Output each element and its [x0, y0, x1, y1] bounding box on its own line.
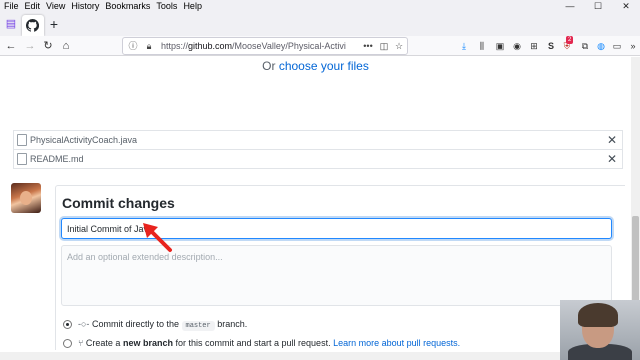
file-name: PhysicalActivityCoach.java [30, 135, 138, 145]
new-branch-option[interactable]: ⑂ Create a new branch for this commit an… [78, 337, 460, 349]
file-name: README.md [30, 154, 84, 164]
forward-icon[interactable]: → [22, 38, 38, 54]
menu-help[interactable]: Help [180, 0, 205, 12]
pocket-icon[interactable]: ◫ [377, 39, 391, 53]
overflow-menu-icon[interactable]: » [626, 39, 640, 53]
downloads-icon[interactable]: ⤓ [457, 39, 471, 53]
url-host: github.com [188, 41, 233, 51]
menu-file[interactable]: File [0, 0, 22, 12]
choose-files-link[interactable]: choose your files [279, 59, 369, 73]
annotation-arrow-icon [143, 223, 172, 252]
menu-view[interactable]: View [43, 0, 68, 12]
extension-badge-count: 2 [566, 36, 574, 44]
url-text[interactable]: https://github.com/MooseValley/Physical-… [161, 38, 357, 54]
nav-bar: ← → ↻ ⌂ ⓘ 🔒︎ https://github.com/MooseVal… [0, 36, 640, 56]
menu-edit[interactable]: Edit [22, 0, 44, 12]
avatar [11, 183, 41, 213]
minimize-icon[interactable]: — [556, 0, 584, 12]
commit-direct-label: Commit directly to the [91, 319, 179, 329]
menu-tools[interactable]: Tools [153, 0, 180, 12]
url-scheme: https:// [161, 41, 189, 51]
file-icon [17, 134, 27, 146]
lock-icon: 🔒︎ [146, 41, 152, 51]
bookmark-star-icon[interactable]: ☆ [392, 39, 406, 53]
zoom-extension-icon[interactable]: ◍ [594, 39, 608, 53]
branch-name: master [181, 321, 215, 331]
new-tab-button[interactable]: + [46, 16, 62, 32]
url-path: /MooseValley/Physical-Activi [232, 41, 346, 51]
commit-direct-suffix: branch. [217, 319, 248, 329]
extension-icon[interactable]: ⧉ [578, 39, 592, 53]
tab-github[interactable] [22, 15, 44, 36]
site-info-icon[interactable]: ⓘ [126, 39, 140, 53]
maximize-icon[interactable]: ☐ [584, 0, 612, 12]
close-window-icon[interactable]: ✕ [612, 0, 640, 12]
menu-history[interactable]: History [68, 0, 102, 12]
remove-file-icon[interactable]: ✕ [607, 131, 617, 149]
choose-files-line: Or choose your files [0, 58, 631, 74]
new-branch-prefix: Create a [85, 338, 121, 348]
commit-description-input[interactable] [61, 245, 612, 306]
menu-bookmarks[interactable]: Bookmarks [102, 0, 153, 12]
file-row: PhysicalActivityCoach.java ✕ [13, 130, 623, 150]
commit-title: Commit changes [62, 195, 175, 211]
commit-direct-option[interactable]: -○- Commit directly to the master branch… [78, 318, 247, 332]
github-icon [26, 19, 39, 32]
pull-request-icon: ⑂ [78, 338, 84, 348]
screenshot-icon[interactable]: ⊞ [527, 39, 541, 53]
back-icon[interactable]: ← [3, 38, 19, 54]
horizontal-scrollbar[interactable] [0, 352, 631, 360]
new-branch-suffix: for this commit and start a pull request… [175, 338, 331, 348]
reader-icon[interactable]: ◉ [510, 39, 524, 53]
sidebar-icon[interactable]: ▣ [493, 39, 507, 53]
new-branch-bold: new branch [122, 338, 173, 348]
commit-direct-radio[interactable] [63, 320, 72, 329]
menu-bar: File Edit View History Bookmarks Tools Help — … [0, 0, 640, 12]
tab-strip: ▤ + [0, 12, 640, 36]
file-icon [17, 153, 27, 165]
reload-icon[interactable]: ↻ [40, 38, 56, 54]
file-row: README.md ✕ [13, 149, 623, 169]
new-branch-radio[interactable] [63, 339, 72, 348]
or-text: Or [262, 59, 276, 73]
home-icon[interactable]: ⌂ [58, 38, 74, 54]
remove-file-icon[interactable]: ✕ [607, 150, 617, 168]
library-icon[interactable]: ⫼ [475, 39, 489, 53]
page-actions-icon[interactable]: ••• [361, 39, 375, 53]
containers-icon[interactable]: ▤ [3, 16, 19, 32]
commit-icon: -○- [78, 319, 90, 329]
learn-more-link[interactable]: Learn more about pull requests. [333, 338, 460, 348]
extension-video-icon[interactable]: ▭ [610, 39, 624, 53]
url-bar[interactable]: ⓘ 🔒︎ https://github.com/MooseValley/Phys… [122, 37, 408, 55]
webcam-overlay [560, 300, 640, 360]
extension-s-icon[interactable]: S [544, 39, 558, 53]
